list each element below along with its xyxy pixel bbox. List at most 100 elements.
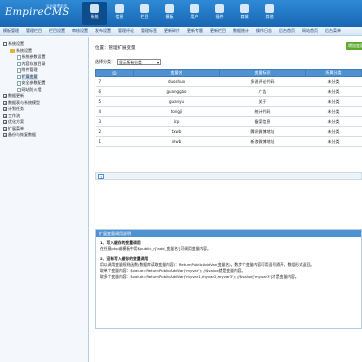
user-icon — [190, 4, 199, 13]
expand-toggle-icon: + — [3, 113, 7, 118]
help-title: 扩展变量调用说明 — [96, 230, 361, 237]
nav-info[interactable]: 信息 — [107, 2, 132, 25]
variable-table: ID 变量名 变量标识 所属分类 7 duoshuo 多说评论代码 未分类 6 guang… — [95, 69, 362, 147]
nav-column[interactable]: 栏目 — [132, 2, 157, 25]
nav-shop[interactable]: 商城 — [232, 2, 257, 25]
table-cell: 2 — [95, 126, 134, 137]
document-icon — [17, 61, 21, 66]
table-cell[interactable]: tongji — [133, 106, 220, 117]
document-icon — [17, 74, 21, 79]
expand-toggle-icon: + — [3, 107, 7, 112]
system-icon — [90, 4, 99, 13]
table-row[interactable]: 6 guanggao 广告 未分类 — [95, 86, 362, 97]
subnav-item[interactable]: 数据统计 — [233, 28, 249, 34]
table-cell: 未分类 — [305, 86, 362, 97]
table-cell: 广告 — [219, 86, 306, 97]
expand-toggle-icon: - — [3, 42, 7, 47]
sidebar-item[interactable]: + 备份与恢复数据 — [0, 132, 88, 139]
shop-icon — [240, 4, 249, 13]
help-code: 取多个变量内容：$value=ReturnPublicAddVar('myvar… — [100, 274, 299, 279]
folder-icon — [10, 48, 15, 53]
category-select[interactable]: 显示所有分类 — [117, 59, 161, 65]
table-cell: 多说评论代码 — [219, 76, 306, 87]
table-cell: 未分类 — [305, 76, 362, 87]
expand-toggle-icon: + — [3, 100, 7, 105]
expand-toggle-icon: + — [3, 94, 7, 99]
table-cell: 关于 — [219, 96, 306, 107]
subnav-item[interactable]: 发布设置 — [95, 28, 111, 34]
table-row[interactable]: 3 icp 备案信息 未分类 — [95, 116, 362, 127]
document-icon — [17, 55, 21, 60]
expand-toggle-icon: + — [3, 120, 7, 125]
sidebar-item-label: 备份与恢复数据 — [8, 132, 36, 137]
subnav-item[interactable]: 操作日志 — [256, 28, 272, 34]
subnav-item[interactable]: 管理评论 — [118, 28, 134, 34]
table-row[interactable]: 1 xlwb 新浪微博地址 未分类 — [95, 136, 362, 147]
page-location: 位置：管理扩展变量 — [95, 46, 136, 51]
table-cell[interactable]: duoshuo — [133, 76, 220, 87]
table-row[interactable]: 5 guanyu 关于 未分类 — [95, 96, 362, 107]
sub-nav: 模板管理 管理栏目 栏目设置 审核设置 发布设置 管理评论 管理标签 更新碎片 … — [0, 27, 362, 36]
page-number[interactable]: 7 — [98, 174, 104, 180]
table-cell: 腾讯微博地址 — [219, 126, 306, 137]
sidebar-tree: - 系统设置 系统设置 系统参数设置 内容存放目录 附件管理 扩展变量 安全参数配置 网站防火墙… — [0, 37, 89, 362]
document-icon — [17, 81, 21, 86]
table-cell: 新浪微博地址 — [219, 136, 306, 147]
table-row[interactable]: 4 tongji 统计代码 未分类 — [95, 106, 362, 117]
help-box: 扩展变量调用说明 1、写入缓存的变量调用 在任意php或模板中用$public_… — [95, 229, 362, 329]
nav-template[interactable]: 模板 — [157, 2, 182, 25]
filter-label: 选择分类： — [95, 59, 115, 64]
expand-toggle-icon: + — [3, 133, 7, 138]
table-cell: 未分类 — [305, 106, 362, 117]
help-body: 1、写入缓存的变量调用 在任意php或模板中用$public_r['add_变量… — [96, 237, 361, 283]
column-header[interactable]: 变量名 — [133, 69, 220, 77]
table-cell[interactable]: xlwb — [133, 136, 220, 147]
table-cell: 3 — [95, 116, 134, 127]
subnav-item[interactable]: 审核设置 — [72, 28, 88, 34]
subnav-item[interactable]: 更新碎片 — [164, 28, 180, 34]
table-cell[interactable]: txwb — [133, 126, 220, 137]
subnav-item[interactable]: 栏目设置 — [49, 28, 65, 34]
document-icon — [17, 68, 21, 73]
top-header: EmpireCMS 后台管理系统 系统 信息 栏目 模板 用户 插件 商城 其他 — [0, 0, 362, 27]
main-panel: 位置：管理扩展变量 增加变量 选择分类： 显示所有分类 ID 变量名 变量标识 … — [90, 37, 362, 362]
table-row[interactable]: 7 duoshuo 多说评论代码 未分类 — [95, 76, 362, 87]
nav-plugin[interactable]: 插件 — [207, 2, 232, 25]
subnav-item[interactable]: 后台菜单 — [325, 28, 341, 34]
info-icon — [115, 4, 124, 13]
document-icon — [17, 87, 21, 92]
subnav-item[interactable]: 更新专题 — [187, 28, 203, 34]
subnav-item[interactable]: 更新栏目 — [210, 28, 226, 34]
help-text: 在任意php或模板中用$public_r['add_变量名']可调用变量内容。 — [100, 246, 211, 251]
nav-user[interactable]: 用户 — [182, 2, 207, 25]
table-cell[interactable]: guanyu — [133, 96, 220, 107]
template-icon — [165, 4, 174, 13]
column-header[interactable]: ID — [95, 69, 134, 77]
expand-toggle-icon: + — [3, 126, 7, 131]
table-row[interactable]: 2 txwb 腾讯微博地址 未分类 — [95, 126, 362, 137]
nav-other[interactable]: 其他 — [257, 2, 282, 25]
table-cell: 未分类 — [305, 136, 362, 147]
logo-subtitle: 后台管理系统 — [46, 4, 67, 8]
table-cell: 备案信息 — [219, 116, 306, 127]
nav-system[interactable]: 系统 — [82, 2, 107, 25]
table-cell: 未分类 — [305, 126, 362, 137]
category-filter: 选择分类： 显示所有分类 — [95, 59, 161, 65]
add-variable-button[interactable]: 增加变量 — [346, 42, 362, 50]
subnav-item[interactable]: 管理标签 — [141, 28, 157, 34]
subnav-item[interactable]: 管理栏目 — [26, 28, 42, 34]
table-cell: 5 — [95, 96, 134, 107]
column-header[interactable]: 所属分类 — [305, 69, 362, 77]
other-icon — [265, 4, 274, 13]
table-cell: 7 — [95, 76, 134, 87]
column-icon — [140, 4, 149, 13]
subnav-item[interactable]: 后台首页 — [279, 28, 295, 34]
table-cell: 1 — [95, 136, 134, 147]
column-header[interactable]: 变量标识 — [219, 69, 306, 77]
table-cell: 统计代码 — [219, 106, 306, 117]
table-cell[interactable]: icp — [133, 116, 220, 127]
table-cell: 4 — [95, 106, 134, 117]
subnav-item[interactable]: 模板管理 — [3, 28, 19, 34]
table-cell[interactable]: guanggao — [133, 86, 220, 97]
subnav-item[interactable]: 网站首页 — [302, 28, 318, 34]
